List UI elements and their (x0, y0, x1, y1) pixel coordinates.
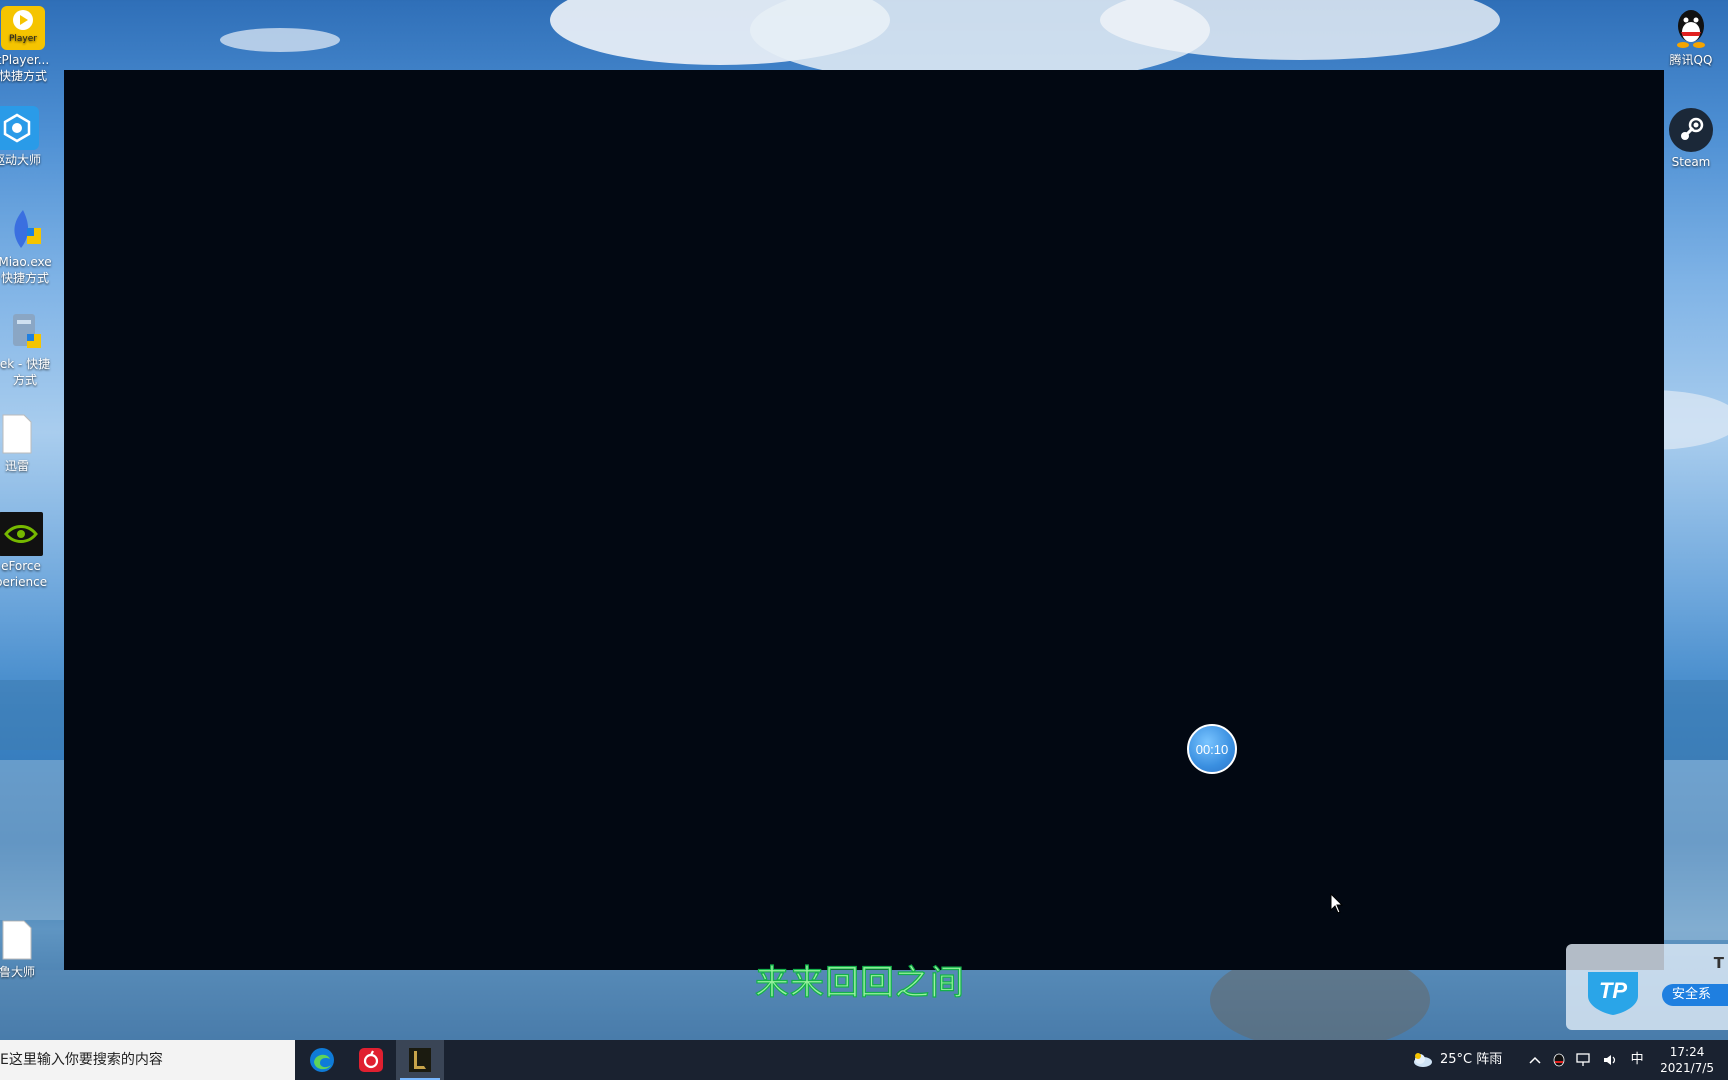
desktop-icon-steam[interactable]: Steam (1660, 108, 1722, 170)
desktop-icon-geforce[interactable]: eForce perience (0, 512, 52, 590)
taskbar-app-netease-music[interactable] (347, 1040, 395, 1080)
clock-date: 2021/7/5 (1660, 1061, 1714, 1075)
desktop-icon-label: Miao.exe 快捷方式 (0, 255, 52, 285)
miao-icon (3, 208, 47, 252)
taskbar: E这里输入你要搜索的内容 25°C 阵雨 中 17:24 2021/7/5 (0, 1040, 1728, 1080)
security-popup[interactable]: TP T 安全系 (1566, 944, 1728, 1030)
desktop-icon-qq[interactable]: 腾讯QQ (1660, 6, 1722, 68)
desktop-icon-label: 鲁大师 (0, 965, 35, 979)
desktop-icon-label: ek - 快捷 方式 (0, 357, 51, 387)
security-popup-button[interactable]: 安全系 (1662, 984, 1728, 1006)
desktop-icon-player[interactable]: Player tPlayer... 快捷方式 (0, 6, 54, 84)
chevron-up-icon[interactable] (1528, 1055, 1542, 1065)
driver-master-icon (0, 106, 39, 150)
player-icon: Player (1, 6, 45, 50)
tray-icons: 中 (1528, 1040, 1644, 1080)
tp-shield-icon: TP (1588, 972, 1638, 1015)
file-icon (0, 918, 39, 962)
steam-icon (1669, 108, 1713, 152)
ime-indicator[interactable]: 中 (1631, 1052, 1644, 1067)
recording-timer-button[interactable]: 00:10 (1187, 724, 1237, 774)
clock-time: 17:24 (1669, 1045, 1705, 1059)
volume-icon[interactable] (1602, 1053, 1618, 1067)
desktop-icon-miao[interactable]: Miao.exe 快捷方式 (0, 208, 56, 286)
desktop-icon-label: eForce perience (0, 559, 48, 589)
desktop-icon-label: Steam (1671, 155, 1711, 169)
black-video-window[interactable] (64, 70, 1664, 970)
weather-cloud-icon (1414, 1052, 1432, 1067)
netease-music-icon (359, 1048, 383, 1072)
app-shortcut-icon (3, 310, 47, 354)
desktop-icon-label: 迅雷 (4, 459, 29, 473)
desktop-icon-label: 腾讯QQ (1669, 53, 1713, 67)
taskbar-app-league-of-legends[interactable] (396, 1040, 444, 1080)
weather-text: 25°C 阵雨 (1440, 1052, 1503, 1067)
desktop-icon-ludashi[interactable]: 鲁大师 (0, 918, 48, 980)
taskbar-search-box[interactable]: E这里输入你要搜索的内容 (0, 1040, 295, 1080)
qq-tray-icon[interactable] (1552, 1052, 1566, 1068)
network-icon[interactable] (1576, 1052, 1592, 1067)
desktop-lyric-text: 来来回回之间 (754, 962, 965, 1003)
desktop-icon-label: 驱动大师 (0, 153, 41, 167)
security-popup-title: T (1713, 954, 1724, 972)
desktop-icon-xunlei[interactable]: 迅雷 (0, 412, 48, 474)
player-badge-text: Player (8, 34, 37, 44)
taskbar-app-edge[interactable] (298, 1040, 346, 1080)
qq-icon (1669, 6, 1713, 50)
tray-weather[interactable]: 25°C 阵雨 (1412, 1040, 1502, 1080)
mouse-cursor-icon (1330, 893, 1344, 914)
nvidia-icon (0, 512, 43, 556)
edge-icon (310, 1048, 334, 1072)
desktop-icon-label: tPlayer... 快捷方式 (0, 53, 50, 83)
tp-logo-text: TP (1599, 978, 1627, 1003)
desktop-icon-driver[interactable]: 驱动大师 (0, 106, 48, 168)
league-of-legends-icon (409, 1048, 431, 1072)
file-icon (0, 412, 39, 456)
taskbar-clock[interactable]: 17:24 2021/7/5 (1660, 1044, 1714, 1076)
desktop-icon-shortcut[interactable]: ek - 快捷 方式 (0, 310, 56, 388)
